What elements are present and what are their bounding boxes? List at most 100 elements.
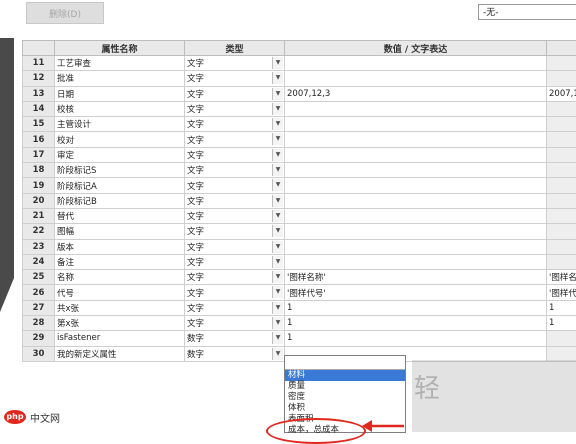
attribute-extra-cell[interactable] [547,224,576,239]
attribute-name-cell[interactable]: 备注 [55,254,185,269]
attribute-name-cell[interactable]: 我的新定义属性 [55,346,185,361]
attribute-extra-cell[interactable] [547,71,576,86]
attribute-extra-cell[interactable] [547,163,576,178]
attribute-value-cell[interactable] [285,208,547,223]
chevron-down-icon[interactable]: ▼ [272,241,283,253]
attribute-name-cell[interactable]: 图幅 [55,224,185,239]
attribute-name-cell[interactable]: 第x张 [55,316,185,331]
chevron-down-icon[interactable]: ▼ [272,256,283,268]
attribute-extra-cell[interactable]: 2007,12 [547,86,576,101]
attribute-value-cell[interactable] [285,178,547,193]
attribute-name-cell[interactable]: 主管设计 [55,117,185,132]
attribute-extra-cell[interactable]: '图样代 [547,285,576,300]
attribute-name-cell[interactable]: 审定 [55,147,185,162]
chevron-down-icon[interactable]: ▼ [272,88,283,100]
chevron-down-icon[interactable]: ▼ [272,271,283,283]
filter-select[interactable]: -无- [478,4,576,20]
attribute-type-cell[interactable]: 文字▼ [185,132,285,147]
attribute-value-cell[interactable] [285,163,547,178]
chevron-down-icon[interactable]: ▼ [272,57,283,69]
attribute-value-cell[interactable] [285,254,547,269]
chevron-down-icon[interactable]: ▼ [272,118,283,130]
attribute-extra-cell[interactable] [547,208,576,223]
attribute-name-cell[interactable]: 版本 [55,239,185,254]
attribute-name-cell[interactable]: 代号 [55,285,185,300]
attribute-extra-cell[interactable] [547,178,576,193]
dropdown-option[interactable]: 材料 [285,370,405,381]
attribute-name-cell[interactable]: 阶段标记A [55,178,185,193]
attribute-value-cell[interactable] [285,132,547,147]
attribute-extra-cell[interactable]: '图样名 [547,270,576,285]
attribute-type-cell[interactable]: 文字▼ [185,254,285,269]
attribute-value-cell[interactable] [285,224,547,239]
attribute-type-cell[interactable]: 文字▼ [185,86,285,101]
chevron-down-icon[interactable]: ▼ [272,72,283,84]
attribute-extra-cell[interactable] [547,117,576,132]
attribute-type-cell[interactable]: 文字▼ [185,239,285,254]
chevron-down-icon[interactable]: ▼ [272,133,283,145]
attribute-name-cell[interactable]: 替代 [55,208,185,223]
attribute-name-cell[interactable]: 校对 [55,132,185,147]
attribute-value-cell[interactable] [285,117,547,132]
attribute-value-cell[interactable] [285,239,547,254]
attribute-name-cell[interactable]: 工艺审查 [55,56,185,71]
attribute-value-cell[interactable]: '图样名称' [285,270,547,285]
attribute-extra-cell[interactable] [547,331,576,346]
chevron-down-icon[interactable]: ▼ [272,225,283,237]
dropdown-option[interactable]: 体积 [285,403,405,414]
attribute-type-cell[interactable]: 文字▼ [185,56,285,71]
chevron-down-icon[interactable]: ▼ [272,179,283,191]
chevron-down-icon[interactable]: ▼ [272,103,283,115]
attribute-extra-cell[interactable]: 1 [547,316,576,331]
attribute-type-cell[interactable]: 文字▼ [185,163,285,178]
attribute-name-cell[interactable]: 校核 [55,101,185,116]
chevron-down-icon[interactable]: ▼ [272,348,283,360]
attribute-extra-cell[interactable] [547,193,576,208]
attribute-type-cell[interactable]: 文字▼ [185,147,285,162]
chevron-down-icon[interactable]: ▼ [272,149,283,161]
attribute-extra-cell[interactable]: 1 [547,300,576,315]
attribute-extra-cell[interactable] [547,56,576,71]
attribute-name-cell[interactable]: isFastener [55,331,185,346]
chevron-down-icon[interactable]: ▼ [272,164,283,176]
attribute-value-cell[interactable] [285,56,547,71]
attribute-extra-cell[interactable] [547,254,576,269]
attribute-type-cell[interactable]: 数字▼ [185,346,285,361]
attribute-value-cell[interactable] [285,147,547,162]
attribute-type-cell[interactable]: 文字▼ [185,316,285,331]
attribute-type-cell[interactable]: 文字▼ [185,300,285,315]
delete-button[interactable]: 删除(D) [26,2,104,24]
chevron-down-icon[interactable]: ▼ [272,332,283,344]
attribute-value-cell[interactable] [285,71,547,86]
attribute-type-cell[interactable]: 文字▼ [185,224,285,239]
attribute-value-cell[interactable]: 1 [285,300,547,315]
attribute-value-cell[interactable]: 1 [285,316,547,331]
attribute-name-cell[interactable]: 阶段标记S [55,163,185,178]
attribute-type-cell[interactable]: 文字▼ [185,270,285,285]
attribute-type-cell[interactable]: 数字▼ [185,331,285,346]
attribute-name-cell[interactable]: 共x张 [55,300,185,315]
chevron-down-icon[interactable]: ▼ [272,317,283,329]
dropdown-option[interactable]: 质量 [285,381,405,392]
attribute-type-cell[interactable]: 文字▼ [185,208,285,223]
attribute-value-cell[interactable] [285,101,547,116]
attribute-value-cell[interactable]: '图样代号' [285,285,547,300]
attribute-type-cell[interactable]: 文字▼ [185,193,285,208]
attribute-name-cell[interactable]: 名称 [55,270,185,285]
attribute-type-cell[interactable]: 文字▼ [185,178,285,193]
attribute-name-cell[interactable]: 阶段标记B [55,193,185,208]
attribute-name-cell[interactable]: 批准 [55,71,185,86]
attribute-value-cell[interactable]: 2007,12,3 [285,86,547,101]
chevron-down-icon[interactable]: ▼ [272,210,283,222]
chevron-down-icon[interactable]: ▼ [272,302,283,314]
attribute-extra-cell[interactable] [547,147,576,162]
attribute-extra-cell[interactable] [547,101,576,116]
attribute-value-cell[interactable]: 1 [285,331,547,346]
attribute-type-cell[interactable]: 文字▼ [185,285,285,300]
attribute-type-cell[interactable]: 文字▼ [185,101,285,116]
attribute-name-cell[interactable]: 日期 [55,86,185,101]
dropdown-option[interactable]: 密度 [285,392,405,403]
attribute-value-cell[interactable] [285,193,547,208]
chevron-down-icon[interactable]: ▼ [272,286,283,298]
attribute-extra-cell[interactable] [547,239,576,254]
